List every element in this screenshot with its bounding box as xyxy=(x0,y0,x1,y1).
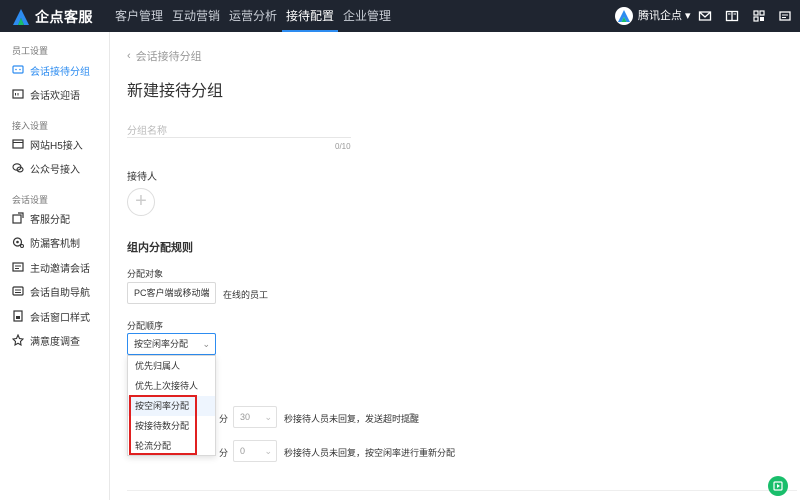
sidebar-item-leak-prevention[interactable]: 防漏客机制 xyxy=(12,234,80,250)
back-link[interactable]: ‹ 会话接待分组 xyxy=(127,48,202,64)
nav-enterprise-management[interactable]: 企业管理 xyxy=(343,0,391,32)
apps-grid-icon[interactable] xyxy=(752,9,766,23)
sidebar-item-label: 会话自助导航 xyxy=(30,287,90,299)
sidebar-item-label: 防漏客机制 xyxy=(30,238,80,250)
sidebar-item-window-style[interactable]: 会话窗口样式 xyxy=(12,308,90,324)
timeout-seconds-value: 30 xyxy=(240,412,251,422)
sidebar-item-agent-assignment[interactable]: 客服分配 xyxy=(12,210,70,226)
sidebar-item-label: 会话窗口样式 xyxy=(30,312,90,324)
back-label: 会话接待分组 xyxy=(135,51,202,63)
welcome-message-icon xyxy=(12,88,24,100)
dropdown-option[interactable]: 优先上次接待人 xyxy=(128,376,215,396)
group-name-input[interactable]: 分组名称 xyxy=(127,122,167,137)
target-suffix: 在线的员工 xyxy=(223,290,269,300)
dropdown-option[interactable]: 优先归属人 xyxy=(128,356,215,376)
info-icon[interactable]: i xyxy=(407,413,417,423)
sidebar-section-title: 接入设置 xyxy=(12,121,49,131)
divider xyxy=(127,490,797,491)
sidebar-item-satisfaction[interactable]: 满意度调查 xyxy=(11,332,80,348)
sidebar-item-label: 客服分配 xyxy=(30,214,70,226)
receptionist-label: 接待人 xyxy=(127,172,157,183)
sidebar-item-label: 公众号接入 xyxy=(30,164,80,176)
sidebar-item-label: 网站H5接入 xyxy=(30,140,83,152)
dropdown-option[interactable]: 按接待数分配 xyxy=(128,416,215,436)
order-select-value: 按空闲率分配 xyxy=(134,339,189,349)
window-style-icon xyxy=(12,310,24,322)
rules-heading: 组内分配规则 xyxy=(127,242,193,254)
char-counter: 0/10 xyxy=(335,142,351,151)
settings-icon[interactable] xyxy=(778,9,792,23)
chat-group-icon xyxy=(12,64,24,76)
brand-name: 企点客服 xyxy=(35,9,93,25)
main-content: ‹ 会话接待分组 新建接待分组 分组名称 0/10 接待人 + 组内分配规则 分… xyxy=(111,32,800,500)
reassign-seconds-select[interactable]: 0 ⌄ xyxy=(233,440,277,462)
chevron-left-icon: ‹ xyxy=(127,50,131,62)
navigation-icon xyxy=(12,285,24,297)
nav-reception-config[interactable]: 接待配置 xyxy=(281,0,339,32)
add-receptionist-button[interactable]: + xyxy=(127,188,155,216)
floating-help-button[interactable] xyxy=(768,476,788,496)
satisfaction-icon xyxy=(11,333,25,347)
order-select[interactable]: 按空闲率分配 ⌄ xyxy=(127,333,216,355)
sidebar-section-title: 员工设置 xyxy=(12,46,49,56)
sidebar: 员工设置 会话接待分组 会话欢迎语 接入设置 网站H5接入 公众号接入 会话设置… xyxy=(0,32,110,500)
sidebar-item-welcome[interactable]: 会话欢迎语 xyxy=(12,86,80,102)
nav-interactive-marketing[interactable]: 互动营销 xyxy=(172,0,220,32)
target-select[interactable]: PC客户端或移动端 ⌄ xyxy=(127,282,216,304)
minute-unit-label: 分 xyxy=(219,448,229,458)
website-icon xyxy=(12,138,24,150)
group-name-underline xyxy=(127,137,351,138)
dropdown-option-selected[interactable]: 按空闲率分配 xyxy=(128,396,215,416)
top-navbar: 企点客服 客户管理 互动营销 运营分析 接待配置 企业管理 腾讯企点 ▾ xyxy=(0,0,800,32)
sidebar-item-proactive-invite[interactable]: 主动邀请会话 xyxy=(12,259,90,275)
sidebar-item-website-h5[interactable]: 网站H5接入 xyxy=(12,136,83,152)
timeout-seconds-select[interactable]: 30 ⌄ xyxy=(233,406,277,428)
user-avatar[interactable] xyxy=(615,7,633,25)
sidebar-item-label: 会话欢迎语 xyxy=(30,90,80,102)
invite-icon xyxy=(12,261,24,273)
wechat-icon xyxy=(12,162,24,174)
chevron-down-icon: ⌄ xyxy=(264,412,272,422)
target-label: 分配对象 xyxy=(127,269,164,279)
nav-customer-management[interactable]: 客户管理 xyxy=(115,0,163,32)
sidebar-section-title: 会话设置 xyxy=(12,195,49,205)
sidebar-item-label: 主动邀请会话 xyxy=(30,263,90,275)
chevron-down-icon: ⌄ xyxy=(264,446,272,456)
timeout-reminder-text: 秒接待人员未回复，发送超时提醒 xyxy=(284,414,420,424)
chevron-down-icon: ⌄ xyxy=(202,288,210,298)
minute-unit-label: 分 xyxy=(219,414,229,424)
order-dropdown-menu: 优先归属人 优先上次接待人 按空闲率分配 按接待数分配 轮流分配 xyxy=(127,355,216,456)
assign-icon xyxy=(12,212,24,224)
order-label: 分配顺序 xyxy=(127,321,164,331)
nav-operations-analysis[interactable]: 运营分析 xyxy=(229,0,277,32)
sidebar-item-self-navigation[interactable]: 会话自助导航 xyxy=(12,283,90,299)
play-icon xyxy=(773,481,783,491)
mail-icon[interactable] xyxy=(698,9,712,23)
reassign-seconds-value: 0 xyxy=(240,446,246,456)
chevron-down-icon: ⌄ xyxy=(202,339,210,349)
sidebar-item-label: 满意度调查 xyxy=(30,336,80,348)
dropdown-option[interactable]: 轮流分配 xyxy=(128,436,215,456)
user-menu[interactable]: 腾讯企点 ▾ xyxy=(638,0,691,32)
page-title: 新建接待分组 xyxy=(127,83,224,100)
target-select-value: PC客户端或移动端 xyxy=(134,288,210,298)
sidebar-item-official-account[interactable]: 公众号接入 xyxy=(12,160,80,176)
sidebar-item-label: 会话接待分组 xyxy=(30,66,90,78)
app-logo[interactable]: 企点客服 xyxy=(12,7,93,27)
logo-icon xyxy=(12,8,30,26)
leak-prevention-icon xyxy=(12,236,24,248)
reassign-text: 秒接待人员未回复，按空闲率进行重新分配 xyxy=(284,448,456,458)
book-icon[interactable] xyxy=(725,9,739,23)
sidebar-item-chat-groups[interactable]: 会话接待分组 xyxy=(12,62,90,78)
